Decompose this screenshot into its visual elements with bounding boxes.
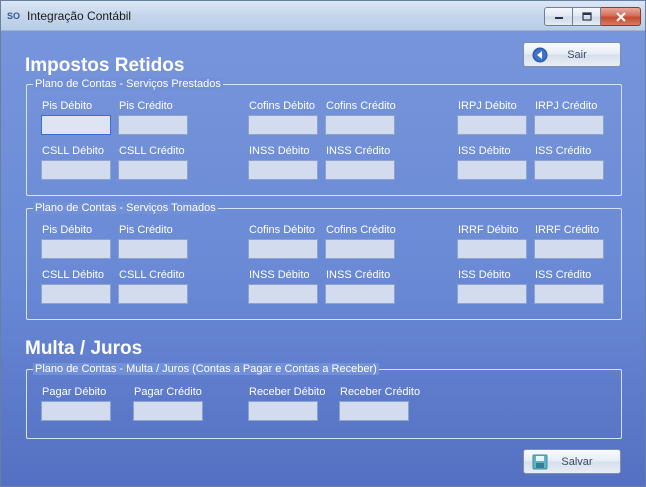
salvar-button[interactable]: Salvar xyxy=(523,449,621,474)
label-csll-credito-prestados: CSLL Crédito xyxy=(119,145,185,157)
input-cofins-credito-prestados[interactable] xyxy=(325,115,395,135)
input-iss-credito-tomados[interactable] xyxy=(534,284,604,304)
exit-arrow-icon xyxy=(532,47,548,63)
input-pagar-debito[interactable] xyxy=(41,401,111,421)
label-inss-debito-prestados: INSS Débito xyxy=(249,145,310,157)
input-irrf-debito-tomados[interactable] xyxy=(457,239,527,259)
label-pis-debito-tomados: Pis Débito xyxy=(42,224,93,236)
input-iss-debito-prestados[interactable] xyxy=(457,160,527,180)
input-iss-debito-tomados[interactable] xyxy=(457,284,527,304)
label-receber-credito: Receber Crédito xyxy=(340,386,421,398)
input-receber-credito[interactable] xyxy=(339,401,409,421)
input-iss-credito-prestados[interactable] xyxy=(534,160,604,180)
multa-juros-heading: Multa / Juros xyxy=(25,338,143,359)
label-inss-credito-tomados: INSS Crédito xyxy=(326,269,391,281)
save-disk-icon xyxy=(532,454,548,470)
label-receber-debito: Receber Débito xyxy=(249,386,326,398)
label-irpj-debito-prestados: IRPJ Débito xyxy=(458,100,517,112)
input-csll-debito-tomados[interactable] xyxy=(41,284,111,304)
label-pagar-credito: Pagar Crédito xyxy=(134,386,202,398)
label-irrf-debito-tomados: IRRF Débito xyxy=(458,224,519,236)
input-csll-credito-prestados[interactable] xyxy=(118,160,188,180)
label-iss-debito-tomados: ISS Débito xyxy=(458,269,511,281)
label-pagar-debito: Pagar Débito xyxy=(42,386,107,398)
input-pis-debito-tomados[interactable] xyxy=(41,239,111,259)
close-button[interactable] xyxy=(601,7,641,26)
impostos-retidos-heading: Impostos Retidos xyxy=(25,55,185,76)
sair-label: Sair xyxy=(567,48,587,61)
group-legend-multa: Plano de Contas - Multa / Juros (Contas … xyxy=(33,363,379,375)
label-inss-credito-prestados: INSS Crédito xyxy=(326,145,391,157)
group-servicos-tomados: Plano de Contas - Serviços Tomados xyxy=(26,202,622,320)
minimize-button[interactable] xyxy=(544,7,573,26)
input-cofins-credito-tomados[interactable] xyxy=(325,239,395,259)
label-pis-credito-tomados: Pis Crédito xyxy=(119,224,173,236)
group-servicos-prestados: Plano de Contas - Serviços Prestados xyxy=(26,78,622,196)
label-irpj-credito-prestados: IRPJ Crédito xyxy=(535,100,598,112)
group-legend-prestados: Plano de Contas - Serviços Prestados xyxy=(33,78,223,90)
integracao-contabil-window: SO Integração Contábil Sair Impostos Ret… xyxy=(0,0,646,487)
label-csll-credito-tomados: CSLL Crédito xyxy=(119,269,185,281)
close-icon xyxy=(615,11,626,22)
app-logo-icon: SO xyxy=(7,11,20,21)
sair-button[interactable]: Sair xyxy=(523,42,621,67)
label-pis-debito-prestados: Pis Débito xyxy=(42,100,93,112)
label-cofins-debito-tomados: Cofins Débito xyxy=(249,224,316,236)
input-inss-debito-prestados[interactable] xyxy=(248,160,318,180)
label-iss-credito-tomados: ISS Crédito xyxy=(535,269,592,281)
svg-text:SO: SO xyxy=(7,11,20,21)
label-iss-credito-prestados: ISS Crédito xyxy=(535,145,592,157)
label-cofins-credito-tomados: Cofins Crédito xyxy=(326,224,396,236)
group-legend-tomados: Plano de Contas - Serviços Tomados xyxy=(33,202,218,214)
maximize-icon xyxy=(581,12,592,21)
label-cofins-credito-prestados: Cofins Crédito xyxy=(326,100,396,112)
input-inss-debito-tomados[interactable] xyxy=(248,284,318,304)
salvar-label: Salvar xyxy=(561,455,593,468)
label-csll-debito-prestados: CSLL Débito xyxy=(42,145,104,157)
input-irpj-credito-prestados[interactable] xyxy=(534,115,604,135)
label-csll-debito-tomados: CSLL Débito xyxy=(42,269,104,281)
label-pis-credito-prestados: Pis Crédito xyxy=(119,100,173,112)
input-inss-credito-prestados[interactable] xyxy=(325,160,395,180)
input-cofins-debito-prestados[interactable] xyxy=(248,115,318,135)
label-cofins-debito-prestados: Cofins Débito xyxy=(249,100,316,112)
input-cofins-debito-tomados[interactable] xyxy=(248,239,318,259)
label-iss-debito-prestados: ISS Débito xyxy=(458,145,511,157)
input-inss-credito-tomados[interactable] xyxy=(325,284,395,304)
label-inss-debito-tomados: INSS Débito xyxy=(249,269,310,281)
title-bar: SO Integração Contábil xyxy=(1,1,645,31)
input-irrf-credito-tomados[interactable] xyxy=(534,239,604,259)
label-irrf-credito-tomados: IRRF Crédito xyxy=(535,224,600,236)
input-csll-debito-prestados[interactable] xyxy=(41,160,111,180)
input-pis-credito-tomados[interactable] xyxy=(118,239,188,259)
input-pagar-credito[interactable] xyxy=(133,401,203,421)
input-pis-debito-prestados[interactable] xyxy=(41,115,111,135)
group-multa-juros: Plano de Contas - Multa / Juros (Contas … xyxy=(26,363,622,439)
input-csll-credito-tomados[interactable] xyxy=(118,284,188,304)
input-pis-credito-prestados[interactable] xyxy=(118,115,188,135)
maximize-button[interactable] xyxy=(573,7,601,26)
window-title: Integração Contábil xyxy=(27,9,132,23)
minimize-icon xyxy=(554,16,563,19)
input-receber-debito[interactable] xyxy=(248,401,318,421)
input-irpj-debito-prestados[interactable] xyxy=(457,115,527,135)
